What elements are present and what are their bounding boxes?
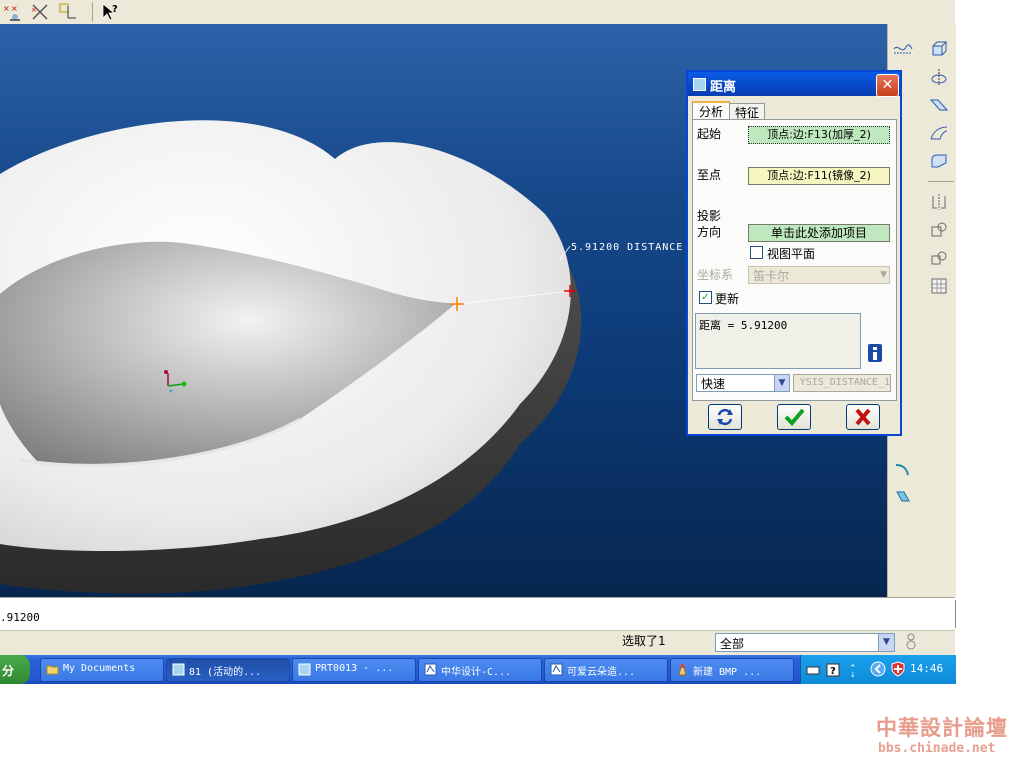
datum-point-icon[interactable]: × × (2, 2, 22, 22)
toolbar-separator (92, 2, 93, 22)
proe-window-icon (172, 663, 185, 676)
round-icon[interactable] (928, 151, 950, 171)
svg-text:×: × (11, 4, 18, 13)
cancel-button[interactable] (846, 404, 880, 430)
svg-text:?: ? (112, 4, 118, 15)
top-toolbar: × × × ? (0, 0, 955, 25)
extrude-icon[interactable] (928, 39, 950, 59)
repeat-button[interactable] (708, 404, 742, 430)
selection-filter-dropdown[interactable]: 全部 ▼ (715, 633, 895, 652)
whats-this-cursor-icon[interactable]: ? (100, 2, 120, 22)
revolve-icon[interactable] (928, 67, 950, 87)
taskbar-item-prt0013[interactable]: PRT0013 - ... (292, 658, 416, 682)
view-plane-label: 视图平面 (767, 247, 816, 261)
window-icon (693, 78, 706, 91)
taskbar-item-browser-1[interactable]: 中华设计-C... (418, 658, 542, 682)
keyboard-icon[interactable] (806, 663, 820, 677)
taskbar-item-proe-active[interactable]: 81 (活动的... (166, 658, 290, 682)
watermark-url: bbs.chinade.net (878, 741, 996, 756)
analysis-mode-dropdown[interactable]: 快速 ▼ (696, 374, 790, 392)
dialog-titlebar[interactable]: 距离 (688, 72, 900, 96)
result-text: 距离 = 5.91200 (699, 319, 788, 332)
projection-label: 投影 (697, 209, 722, 223)
csys-label: 坐标系 (697, 268, 734, 282)
traffic-light-icon[interactable] (904, 632, 918, 652)
datum-axis-icon[interactable]: × (30, 2, 50, 22)
refresh-icon (717, 408, 733, 426)
browser-icon (424, 663, 437, 676)
cancel-x-icon (855, 408, 871, 426)
mirror-icon[interactable] (928, 192, 950, 212)
proe-window-icon (298, 663, 311, 676)
svg-text:×: × (3, 4, 10, 13)
selection-status: 选取了1 (622, 634, 666, 648)
tray-expand-icon[interactable] (870, 661, 886, 677)
from-selection-field[interactable]: 顶点:边:F13(加厚_2) (748, 126, 890, 144)
to-label: 至点 (697, 168, 722, 182)
close-button[interactable]: ✕ (876, 74, 899, 97)
dialog-title: 距离 (710, 80, 737, 95)
to-selection-field[interactable]: 顶点:边:F11(镜像_2) (748, 167, 890, 185)
csys-dropdown[interactable]: 笛卡尔 ▼ (748, 266, 890, 284)
datum-csys-icon[interactable] (58, 2, 78, 22)
datum-plane-display-icon[interactable] (892, 39, 914, 59)
security-shield-icon[interactable] (890, 661, 906, 677)
projection-direction-field[interactable]: 单击此处添加项目 (748, 224, 890, 242)
message-area (0, 597, 955, 631)
csys-value: 笛卡尔 (753, 269, 790, 283)
input-method-icon[interactable]: ⌃↓ (848, 661, 860, 679)
copy-icon[interactable] (928, 220, 950, 240)
browser-icon (550, 663, 563, 676)
analysis-mode-value: 快速 (701, 377, 726, 391)
forum-watermark: 中華設計論壇 bbs.chinade.net (866, 710, 1018, 764)
start-label: 分 (2, 664, 15, 678)
update-label: 更新 (715, 292, 740, 306)
rib-icon[interactable] (892, 461, 914, 481)
svg-text:↓: ↓ (850, 671, 856, 679)
taskbar-clock: 14:46 (910, 662, 944, 675)
taskbar-item-browser-2[interactable]: 可爱云朵造... (544, 658, 668, 682)
feature-name-field[interactable]: YSIS_DISTANCE_1 (793, 374, 891, 392)
shell-icon[interactable] (928, 276, 950, 296)
start-button[interactable]: 分 (0, 655, 30, 684)
ok-button[interactable] (777, 404, 811, 430)
svg-text:?: ? (830, 666, 836, 677)
chevron-down-icon: ▼ (880, 270, 887, 280)
blend-icon[interactable] (928, 123, 950, 143)
paint-icon (678, 664, 687, 676)
taskbar-item-paint[interactable]: 新建 BMP ... (670, 658, 794, 682)
selection-filter-value: 全部 (720, 637, 745, 651)
toolbar-separator (928, 181, 954, 182)
taskbar-item-my-documents[interactable]: My Documents (40, 658, 164, 682)
folder-icon (46, 665, 59, 675)
message-text: .91200 (0, 611, 40, 624)
draft-icon[interactable] (892, 487, 914, 507)
watermark-title: 中華設計論壇 (876, 716, 1008, 740)
view-plane-checkbox[interactable] (750, 246, 763, 259)
close-icon: ✕ (881, 77, 894, 93)
info-icon[interactable] (867, 343, 883, 363)
chevron-down-icon[interactable]: ▼ (774, 375, 789, 391)
chevron-down-icon[interactable]: ▼ (878, 634, 894, 651)
result-textarea[interactable]: 距离 = 5.91200 (695, 313, 861, 369)
sweep-icon[interactable] (928, 95, 950, 115)
pattern-icon[interactable] (928, 248, 950, 268)
direction-label: 方向 (697, 225, 722, 239)
help-icon[interactable]: ? (826, 663, 840, 677)
dimension-label: 5.91200 DISTANCE (571, 242, 684, 253)
checkmark-icon (784, 408, 805, 426)
svg-text:×: × (31, 6, 37, 14)
update-checkbox[interactable]: ✓ (699, 291, 712, 304)
from-label: 起始 (697, 127, 722, 141)
